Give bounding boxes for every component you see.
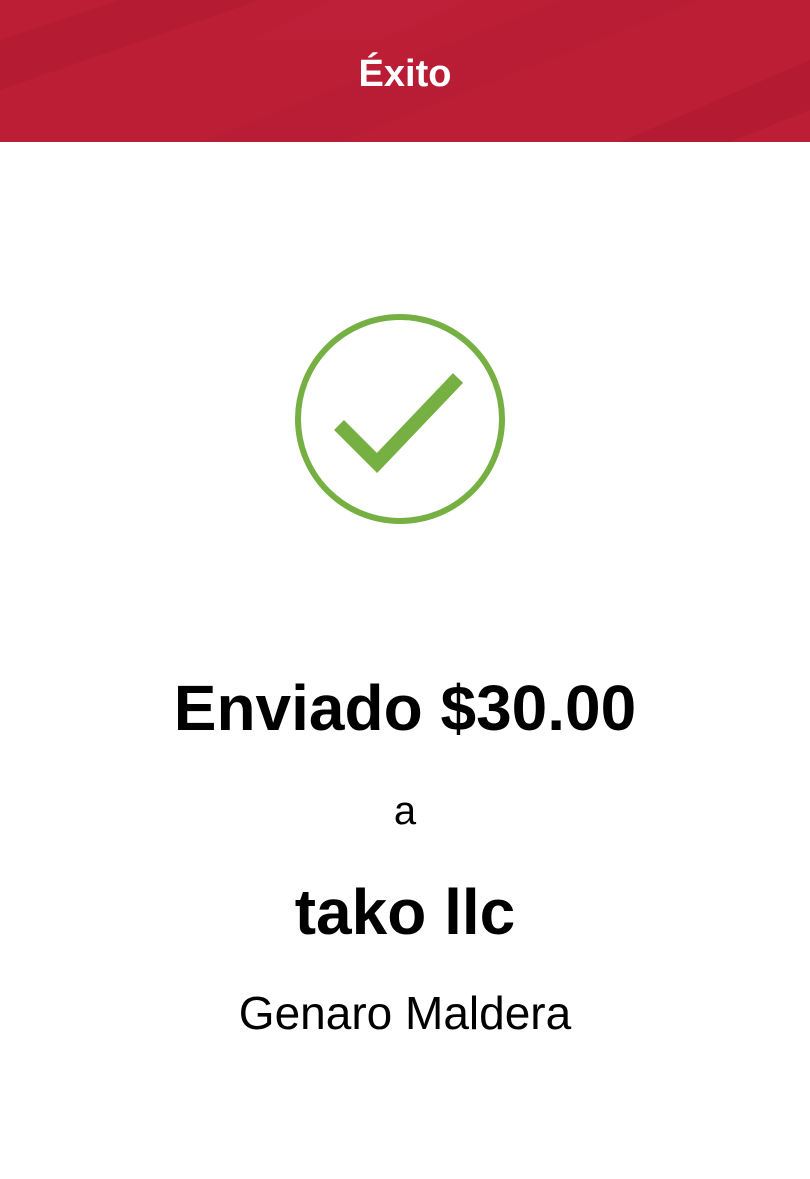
recipient-person-name: Genaro Maldera <box>238 987 572 1039</box>
app-header: Éxito <box>0 0 810 142</box>
checkmark-circle-icon <box>295 314 505 524</box>
page-title: Éxito <box>358 53 452 95</box>
recipient-business-name: tako llc <box>294 876 516 948</box>
connector-text: a <box>393 789 417 833</box>
sent-amount: Enviado $30.00 <box>173 672 637 744</box>
